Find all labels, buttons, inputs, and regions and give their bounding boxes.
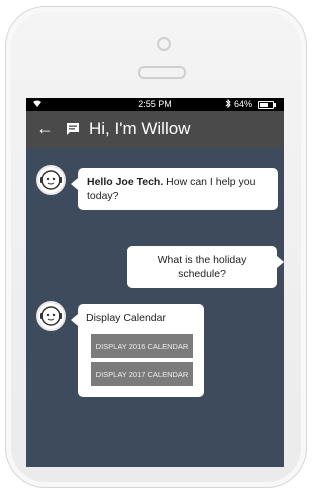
back-arrow-icon[interactable]: ← (36, 118, 54, 138)
user-message: What is the holiday schedule? (127, 246, 284, 288)
bot-avatar (36, 165, 66, 195)
phone-screen: 2:55 PM 64% ← Hi, I'm Willow Hello Joe T… (26, 98, 284, 467)
bluetooth-icon (225, 98, 231, 110)
bot-avatar (36, 301, 66, 331)
status-bar: 2:55 PM 64% (26, 98, 284, 111)
front-camera (157, 37, 171, 51)
bot-message-calendar: Display Calendar DISPLAY 2016 CALENDAR D… (71, 304, 204, 397)
battery-icon (258, 101, 276, 109)
display-2017-calendar-button[interactable]: DISPLAY 2017 CALENDAR (91, 362, 193, 386)
earpiece-speaker (138, 66, 186, 79)
message-text: What is the holiday schedule? (157, 254, 247, 280)
battery-percentage: 64% (234, 99, 253, 109)
chat-icon (66, 122, 80, 136)
app-header: ← Hi, I'm Willow (26, 111, 284, 148)
battery-level-fill (260, 103, 268, 107)
page-title: Hi, I'm Willow (89, 119, 191, 138)
message-text: Display Calendar (86, 312, 166, 324)
display-2016-calendar-button[interactable]: DISPLAY 2016 CALENDAR (91, 334, 193, 358)
bot-message: Hello Joe Tech. How can I help you today… (71, 168, 278, 210)
message-greeting: Hello Joe Tech. (87, 176, 164, 188)
